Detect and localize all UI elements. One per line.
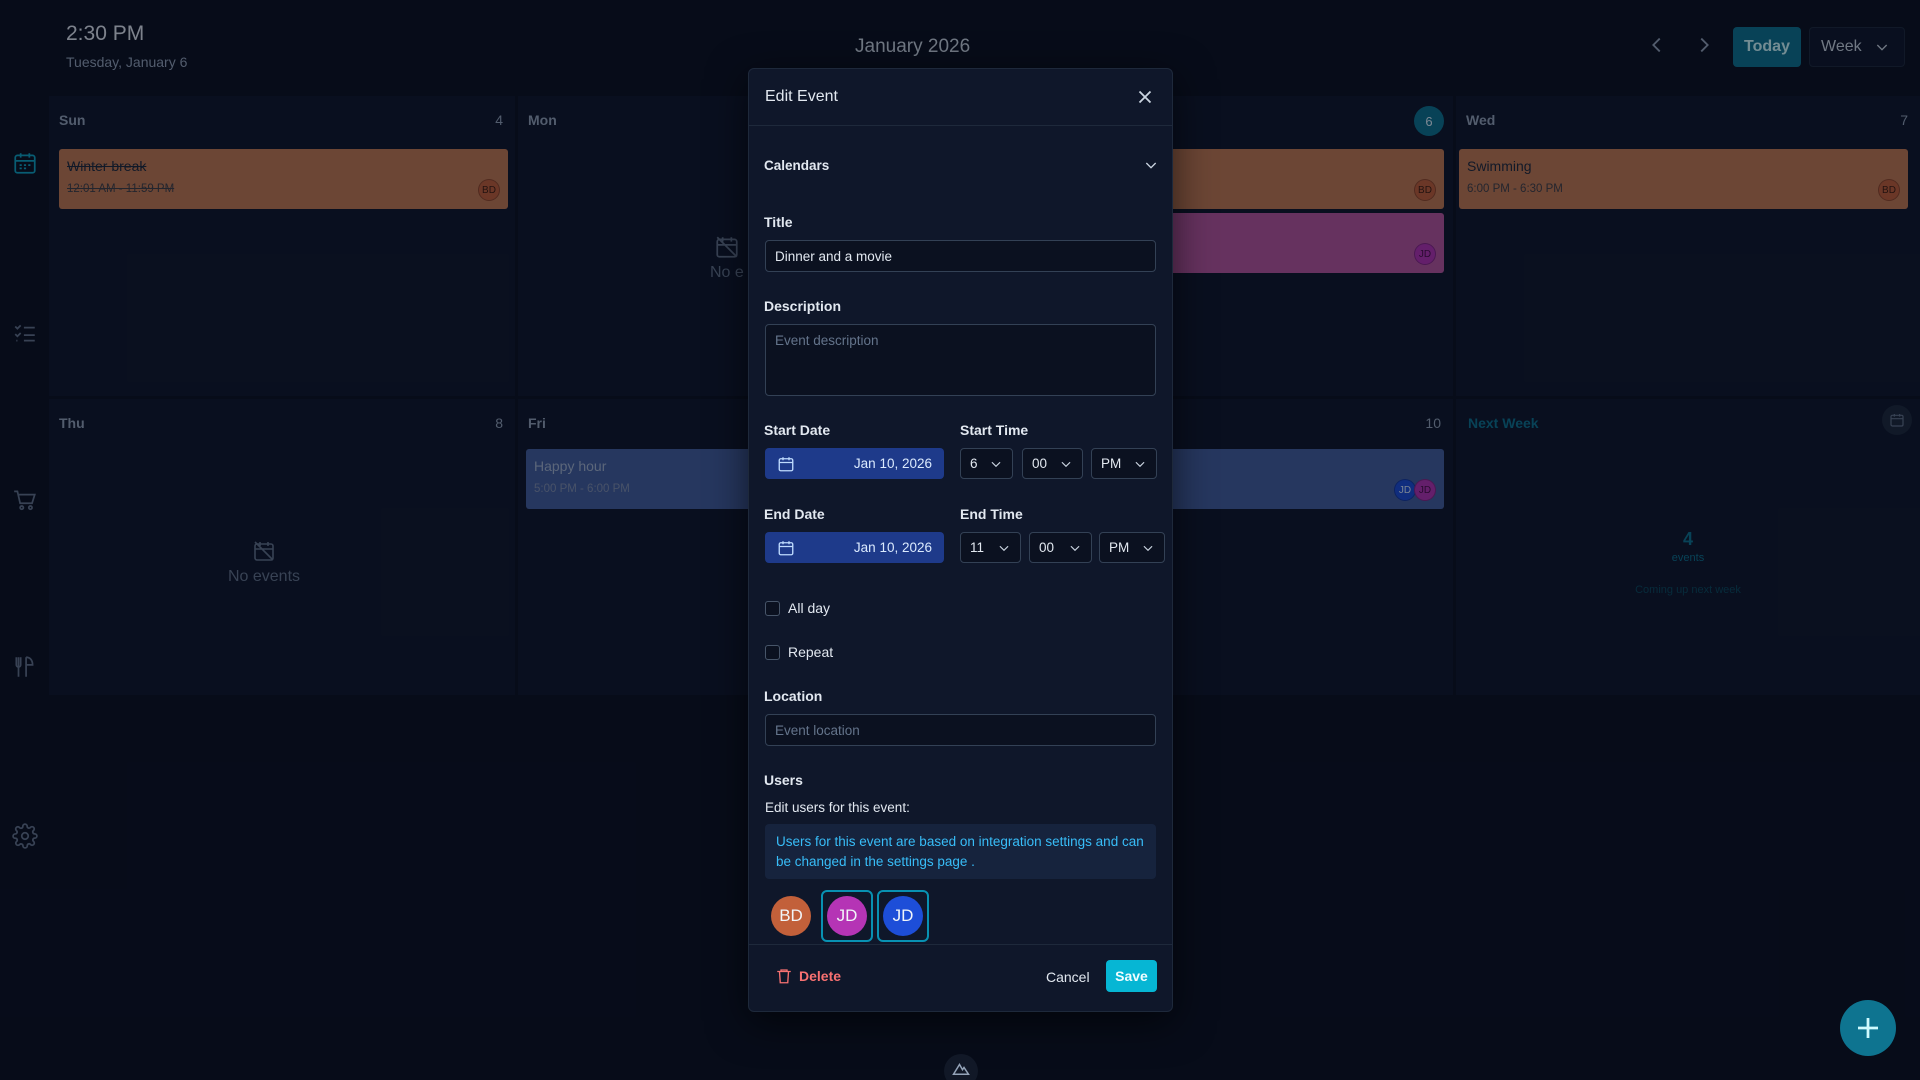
start-minute-select[interactable]: 00 [1022,448,1083,479]
calendar-icon [778,456,794,471]
user-chip[interactable]: JD [821,890,873,942]
start-hour-value: 6 [970,456,978,471]
avatar: BD [771,896,811,936]
start-minute-value: 00 [1032,456,1048,471]
all-day-label: All day [788,600,831,616]
chevron-down-icon [1070,545,1080,551]
cancel-button[interactable]: Cancel [1046,969,1090,985]
chevron-down-icon [1061,461,1071,467]
avatar: JD [827,896,867,936]
end-hour-value: 11 [970,540,985,555]
users-info-box: Users for this event are based on integr… [765,824,1156,879]
plus-icon [1858,1018,1878,1038]
title-input[interactable]: Dinner and a movie [765,240,1156,272]
start-date-label: Start Date [764,422,831,438]
delete-button[interactable]: Delete [775,967,841,985]
calendars-label: Calendars [764,157,830,173]
avatar: JD [883,896,923,936]
calendars-accordion[interactable]: Calendars [764,150,1159,180]
repeat-label: Repeat [788,644,834,660]
start-date-value: Jan 10, 2026 [853,456,932,471]
close-icon[interactable] [1134,86,1156,108]
repeat-row[interactable]: Repeat [765,644,833,660]
start-time-label: Start Time [960,422,1029,438]
start-ampm-value: PM [1101,456,1122,471]
trash-icon [777,969,791,984]
modal-header: Edit Event [749,69,1172,126]
chevron-down-icon [999,545,1009,551]
app-logo[interactable] [944,1054,978,1080]
save-button[interactable]: Save [1106,960,1157,992]
users-label: Users [764,772,803,788]
end-minute-value: 00 [1039,540,1055,555]
end-time-label: End Time [960,506,1023,522]
end-ampm-value: PM [1109,540,1130,555]
calendar-icon [778,540,794,555]
repeat-checkbox[interactable] [765,644,780,660]
description-textarea[interactable]: Event description [765,324,1156,396]
chevron-down-icon [1135,461,1145,467]
location-placeholder: Event location [775,722,860,738]
delete-label: Delete [799,968,842,984]
user-chip[interactable]: BD [765,890,817,942]
add-event-button[interactable] [1840,1000,1896,1056]
modal-title: Edit Event [765,88,838,105]
all-day-checkbox[interactable] [765,600,780,616]
all-day-row[interactable]: All day [765,600,830,616]
location-input[interactable]: Event location [765,714,1156,746]
end-date-button[interactable]: Jan 10, 2026 [765,532,944,563]
user-chip[interactable]: JD [877,890,929,942]
end-date-label: End Date [764,506,825,522]
location-label: Location [764,688,823,704]
description-placeholder: Event description [775,333,879,348]
edit-event-modal: Edit Event Calendars Title Dinner and a … [748,68,1173,1012]
description-label: Description [764,298,842,314]
chevron-down-icon [1143,545,1153,551]
modal-footer: Delete Cancel Save [749,944,1172,1011]
end-hour-select[interactable]: 11 [960,532,1021,563]
end-minute-select[interactable]: 00 [1029,532,1092,563]
start-ampm-select[interactable]: PM [1091,448,1157,479]
mountain-logo-icon [952,1063,970,1075]
title-label: Title [764,214,793,230]
chevron-down-icon [991,461,1001,467]
users-subtext: Edit users for this event: [765,800,910,815]
end-ampm-select[interactable]: PM [1099,532,1165,563]
end-date-value: Jan 10, 2026 [853,540,932,555]
start-date-button[interactable]: Jan 10, 2026 [765,448,944,479]
start-hour-select[interactable]: 6 [960,448,1013,479]
chevron-down-icon [1145,162,1157,169]
